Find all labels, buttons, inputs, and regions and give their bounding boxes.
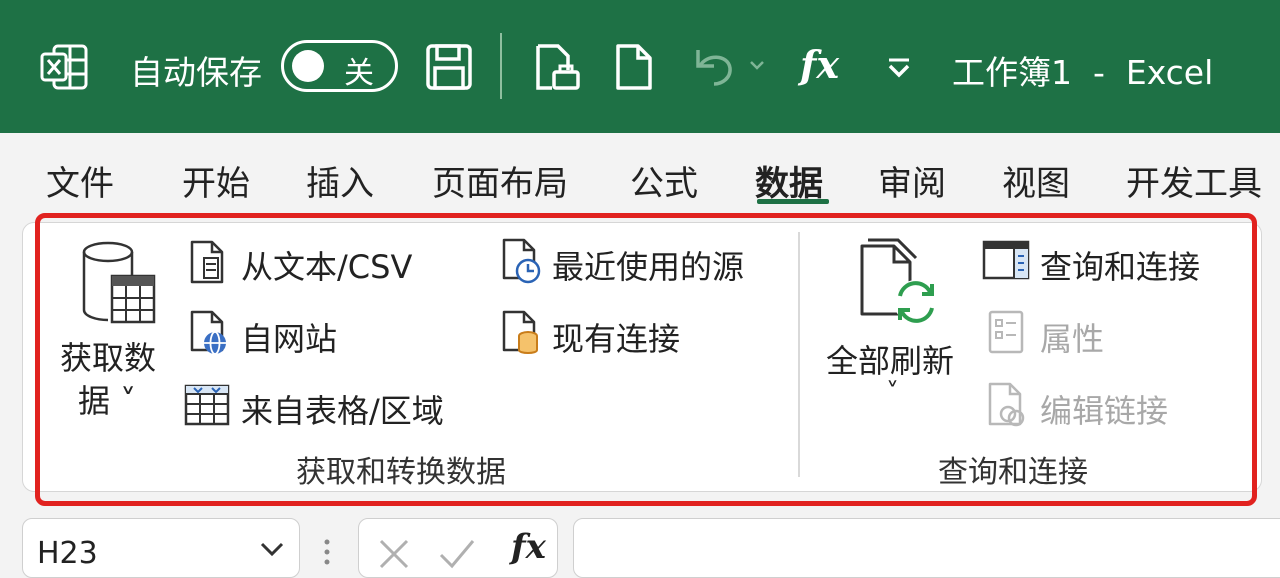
tab-insert[interactable]: 插入	[306, 156, 374, 205]
customize-toolbar-icon[interactable]	[884, 54, 914, 80]
formula-input[interactable]	[573, 518, 1280, 578]
autosave-toggle[interactable]: 关	[281, 40, 398, 92]
titlebar-separator	[500, 33, 502, 99]
toggle-state-label: 关	[344, 56, 374, 91]
chevron-down-icon[interactable]	[259, 541, 285, 557]
tab-formulas[interactable]: 公式	[630, 156, 698, 205]
toggle-knob	[292, 50, 324, 82]
insert-function-button[interactable]: fx	[511, 527, 546, 567]
drag-handle-icon[interactable]	[322, 538, 332, 566]
insert-function-icon[interactable]: fx	[800, 42, 839, 87]
active-tab-indicator	[757, 199, 829, 204]
ribbon-tabs: 文件 开始 插入 页面布局 公式 数据 审阅 视图 开发工具	[0, 133, 1280, 213]
excel-logo-icon	[40, 44, 88, 90]
formula-buttons: fx	[358, 518, 558, 578]
highlight-frame	[35, 213, 1257, 506]
tab-home[interactable]: 开始	[182, 156, 250, 205]
tab-file[interactable]: 文件	[46, 156, 114, 205]
save-icon[interactable]	[424, 42, 474, 92]
title-bar: 自动保存 关 fx 工作簿1 - Excel	[0, 0, 1280, 133]
tab-page-layout[interactable]: 页面布局	[432, 156, 568, 205]
print-preview-icon[interactable]	[532, 42, 582, 92]
tab-developer[interactable]: 开发工具	[1126, 156, 1262, 205]
autosave-label: 自动保存	[130, 53, 262, 92]
document-title: 工作簿1 - Excel	[952, 53, 1214, 92]
undo-icon[interactable]	[688, 44, 738, 90]
name-box[interactable]: H23	[22, 518, 300, 578]
new-document-icon[interactable]	[612, 42, 656, 92]
tab-view[interactable]: 视图	[1002, 156, 1070, 205]
tab-review[interactable]: 审阅	[878, 156, 946, 205]
tab-data[interactable]: 数据	[755, 156, 823, 205]
undo-dropdown-icon[interactable]	[748, 58, 766, 72]
